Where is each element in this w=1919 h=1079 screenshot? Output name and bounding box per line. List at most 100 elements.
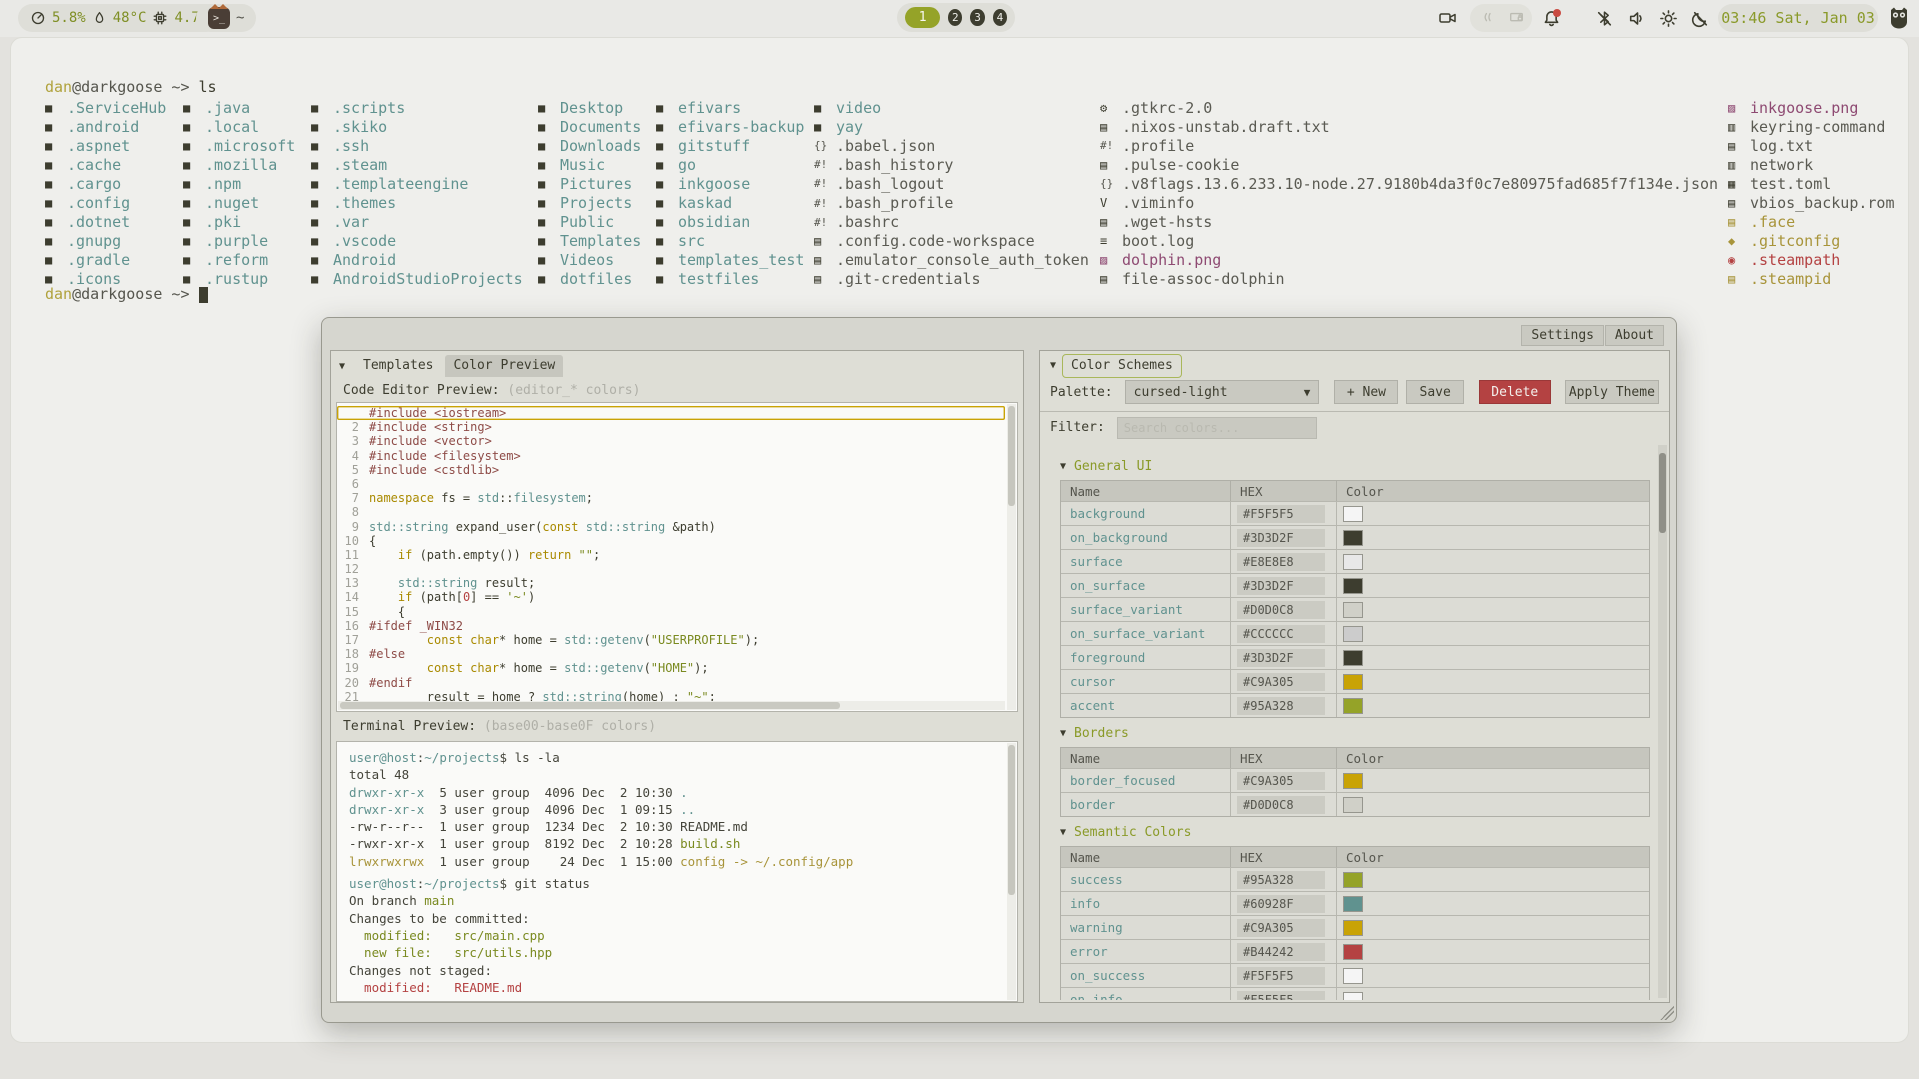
brightness-button[interactable] [1653,5,1683,31]
color-swatch[interactable] [1343,698,1363,714]
ls-column: ■efivars■efivars-backup■gitstuff■go■inkg… [656,98,804,289]
hex-value-input[interactable]: #60928F [1237,895,1325,913]
ls-entry: ■.cache [45,155,166,174]
ls-entry: {}.babel.json [814,136,1089,155]
section-header[interactable]: ▼Semantic Colors [1060,825,1669,840]
table-row: border#D0D0C8 [1061,792,1649,816]
file-icon: ▤ [814,272,836,286]
color-swatch[interactable] [1343,896,1363,912]
terminal-preview-line: modified: README.md [349,980,1003,997]
ls-entry: ▤.nixos-unstab.draft.txt [1100,117,1718,136]
file-name: .java [205,99,250,117]
hex-value-input[interactable]: #95A328 [1237,697,1325,715]
line-number: 7 [337,491,369,505]
theme-editor-dialog: Settings About ▼ Templates Color Preview… [321,317,1677,1023]
color-swatch[interactable] [1343,797,1363,813]
tab-color-preview[interactable]: Color Preview [445,355,563,377]
color-swatch[interactable] [1343,920,1363,936]
color-swatch[interactable] [1343,602,1363,618]
dir-icon: ■ [656,139,678,153]
hex-value-input[interactable]: #95A328 [1237,871,1325,889]
hex-value-input[interactable]: #C9A305 [1237,673,1325,691]
tab-templates[interactable]: Templates [355,355,441,377]
color-swatch[interactable] [1343,992,1363,1001]
terminal-preview: user@host:~/projects$ ls -latotal 48drwx… [336,741,1018,1002]
hex-value-input[interactable]: #CCCCCC [1237,625,1325,643]
color-swatch[interactable] [1343,968,1363,984]
save-button[interactable]: Save [1406,380,1463,404]
color-swatch[interactable] [1343,626,1363,642]
bluetooth-button[interactable] [1589,5,1619,31]
system-stats-pill[interactable]: 5.8% 48°C 4.7G [18,4,220,32]
collapse-arrow-icon[interactable]: ▼ [339,361,345,372]
ls-entry: ■.npm [183,174,295,193]
filter-input[interactable] [1117,417,1317,439]
hex-value-input[interactable]: #3D3D2F [1237,649,1325,667]
column-header: Name [1061,847,1231,867]
power-menu-button[interactable] [1884,5,1914,31]
line-number: 13 [337,576,369,590]
new-palette-button[interactable]: + New [1334,380,1398,404]
palette-dropdown[interactable]: cursed-light ▼ [1125,380,1320,404]
code-line: 8 [337,505,1005,519]
color-swatch[interactable] [1343,674,1363,690]
color-table: NameHEXColorbackground#F5F5F5on_backgrou… [1060,480,1650,718]
notifications-button[interactable] [1536,5,1566,31]
volume-button[interactable] [1621,5,1651,31]
file-name: .v8flags.13.6.233.10-node.27.9180b4da3f0… [1122,175,1718,193]
file-icon: ▤ [1100,158,1122,172]
ls-entry: ■.aspnet [45,136,166,155]
color-swatch[interactable] [1343,530,1363,546]
color-swatch[interactable] [1343,773,1363,789]
hex-value-input[interactable]: #D0D0C8 [1237,796,1325,814]
file-name: go [678,156,696,174]
file-name: Pictures [560,175,632,193]
clock-pill[interactable]: 03:46 Sat, Jan 03 [1718,4,1878,32]
workspace-3[interactable]: 3 [970,9,984,26]
workspace-4[interactable]: 4 [993,9,1007,26]
terminal-vertical-scrollbar[interactable] [1007,743,1016,1000]
code-vertical-scrollbar[interactable] [1007,404,1016,710]
panel-vertical-scrollbar[interactable] [1658,445,1667,998]
workspace-1-active[interactable]: 1 [905,7,940,28]
hex-value-input[interactable]: #F5F5F5 [1237,991,1325,1001]
color-swatch[interactable] [1343,944,1363,960]
hex-value-input[interactable]: #B44242 [1237,943,1325,961]
collapse-arrow-icon[interactable]: ▼ [1050,360,1056,371]
delete-button[interactable]: Delete [1479,380,1551,404]
resize-grip[interactable] [1660,1006,1674,1020]
color-swatch[interactable] [1343,578,1363,594]
table-row: background#F5F5F5 [1061,501,1649,525]
active-app-pill[interactable]: >_ ~ [196,4,256,32]
hex-value-input[interactable]: #F5F5F5 [1237,967,1325,985]
hex-value-input[interactable]: #3D3D2F [1237,577,1325,595]
hex-value-input[interactable]: #F5F5F5 [1237,505,1325,523]
color-swatch[interactable] [1343,872,1363,888]
ls-entry: ■gitstuff [656,136,804,155]
hex-value-input[interactable]: #C9A305 [1237,772,1325,790]
hex-value-input[interactable]: #C9A305 [1237,919,1325,937]
file-name: .config.code-workspace [836,232,1035,250]
night-light-button[interactable] [1685,5,1715,31]
screen-record-button[interactable] [1430,5,1466,31]
file-name: .microsoft [205,137,295,155]
palette-value: cursed-light [1134,385,1228,400]
dir-icon: ■ [45,139,67,153]
about-button[interactable]: About [1605,325,1664,346]
section-header[interactable]: ▼Borders [1060,726,1669,741]
inactive-tray-group[interactable] [1470,4,1532,32]
apply-theme-button[interactable]: Apply Theme [1565,380,1659,404]
file-name: obsidian [678,213,750,231]
color-swatch[interactable] [1343,506,1363,522]
section-header[interactable]: ▼General UI [1060,459,1669,474]
hex-value-input[interactable]: #D0D0C8 [1237,601,1325,619]
color-swatch[interactable] [1343,554,1363,570]
hex-value-input[interactable]: #E8E8E8 [1237,553,1325,571]
hex-value-input[interactable]: #3D3D2F [1237,529,1325,547]
workspace-2[interactable]: 2 [948,9,962,26]
color-swatch[interactable] [1343,650,1363,666]
toml-icon: ▦ [1728,177,1750,191]
code-horizontal-scrollbar[interactable] [338,701,1005,710]
settings-button[interactable]: Settings [1521,325,1604,346]
color-schemes-title[interactable]: Color Schemes [1062,354,1182,378]
